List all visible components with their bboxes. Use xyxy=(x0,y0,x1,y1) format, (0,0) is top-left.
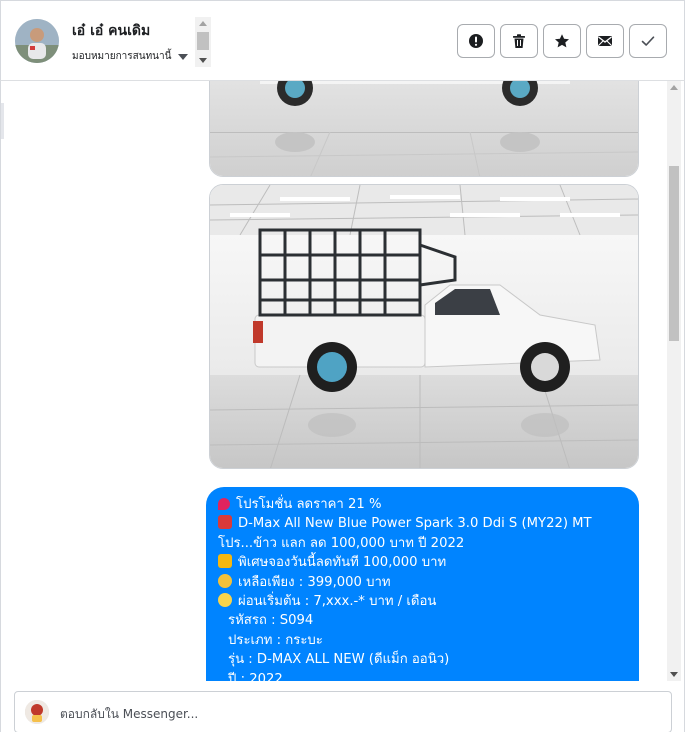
contact-avatar[interactable] xyxy=(15,19,59,63)
star-icon xyxy=(555,34,569,48)
message-line: D-Max All New Blue Power Spark 3.0 Ddi S… xyxy=(218,514,627,533)
star-button[interactable] xyxy=(543,24,581,58)
message-thread[interactable]: โปรโมชั่น ลดราคา 21 % D-Max All New Blue… xyxy=(0,81,685,681)
message-line: โปร...ข้าว แลก ลด 100,000 บาท ปี 2022 xyxy=(218,535,465,551)
message-line: ผ่อนเริ่มต้น : 7,xxx.-* บาท / เดือน xyxy=(218,592,627,611)
message-line: รหัสรถ : S094 xyxy=(228,613,314,629)
assign-conversation-dropdown[interactable]: มอบหมายการสนทนานี้ xyxy=(72,49,189,64)
header-scrollbar[interactable] xyxy=(195,17,211,67)
contact-name[interactable]: เอ๋ เอ๋ คนเดิม xyxy=(72,20,150,42)
composer-area: ตอบกลับใน Messenger... xyxy=(0,681,685,732)
message-line: ปี : 2022 xyxy=(228,671,283,681)
caret-down-icon xyxy=(178,53,189,60)
car-photo-front[interactable] xyxy=(209,81,639,177)
message-line: รุ่น : D-MAX ALL NEW (ดีแม็ก ออนิว) xyxy=(228,652,450,668)
reply-input[interactable]: ตอบกลับใน Messenger... xyxy=(14,691,672,732)
pointing-hand-icon xyxy=(218,573,232,588)
check-icon xyxy=(641,36,655,46)
delete-button[interactable] xyxy=(500,24,538,58)
pushpin-icon xyxy=(218,498,230,510)
reply-placeholder: ตอบกลับใน Messenger... xyxy=(60,707,199,721)
mark-unread-button[interactable] xyxy=(586,24,624,58)
scroll-up-icon[interactable] xyxy=(670,85,678,90)
envelope-icon xyxy=(598,36,612,46)
car-photo-side[interactable] xyxy=(209,184,639,469)
message-line: พิเศษจองวันนี้ลดทันที 100,000 บาท xyxy=(218,553,627,572)
conversation-actions xyxy=(457,24,667,58)
alert-icon xyxy=(469,34,483,48)
spam-button[interactable] xyxy=(457,24,495,58)
scroll-thumb[interactable] xyxy=(197,32,209,50)
scroll-down-icon[interactable] xyxy=(670,672,678,677)
assign-label: มอบหมายการสนทนานี้ xyxy=(72,51,172,62)
scroll-down-icon[interactable] xyxy=(199,58,207,63)
trash-icon xyxy=(513,34,525,48)
scroll-up-icon[interactable] xyxy=(199,21,207,26)
message-line: โปรโมชั่น ลดราคา 21 % xyxy=(218,495,627,514)
party-popper-icon xyxy=(218,554,232,569)
message-line: เหลือเพียง : 399,000 บาท xyxy=(218,573,627,592)
message-bubble[interactable]: โปรโมชั่น ลดราคา 21 % D-Max All New Blue… xyxy=(206,487,639,681)
sun-icon xyxy=(218,593,232,608)
done-button[interactable] xyxy=(629,24,667,58)
conversation-header: เอ๋ เอ๋ คนเดิม มอบหมายการสนทนานี้ xyxy=(0,0,685,81)
page-avatar xyxy=(25,700,49,724)
thread-scrollbar[interactable] xyxy=(667,81,681,681)
thread-edge xyxy=(1,103,4,139)
message-line: ประเภท : กระบะ xyxy=(228,632,323,648)
scroll-thumb[interactable] xyxy=(669,166,679,341)
car-icon xyxy=(218,515,232,530)
